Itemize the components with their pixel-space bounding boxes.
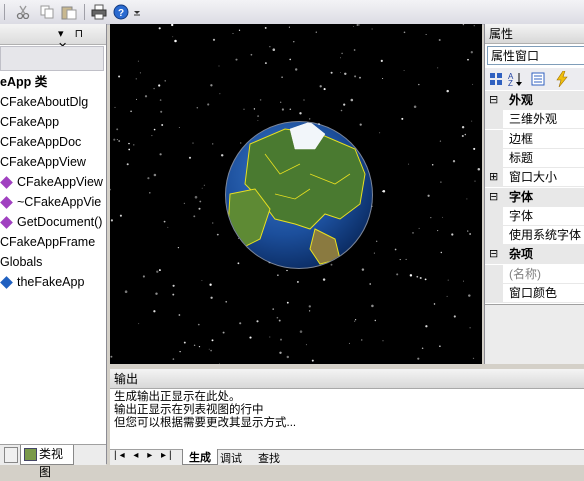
- solution-explorer-tab-icon[interactable]: [4, 447, 18, 463]
- property-category[interactable]: ⊟ 字体: [485, 187, 584, 207]
- collapse-icon[interactable]: ⊟: [489, 91, 498, 110]
- class-view-tabs: 类视图: [0, 444, 106, 479]
- tree-item-label: CFakeAppDoc: [0, 135, 82, 149]
- property-row[interactable]: 窗口颜色: [485, 284, 584, 303]
- tree-item[interactable]: ~CFakeAppVie: [0, 192, 102, 212]
- property-label: 使用系统字体: [509, 228, 582, 243]
- tree-item-label: CFakeApp: [0, 115, 60, 129]
- print-icon[interactable]: [90, 3, 108, 21]
- tree-item[interactable]: CFakeAppFrame: [0, 232, 95, 252]
- property-category[interactable]: ⊟ 杂项: [485, 245, 584, 265]
- property-description-area: [485, 304, 584, 364]
- toolbar: ?: [0, 0, 584, 25]
- tree-item[interactable]: eApp 类: [0, 72, 47, 92]
- tree-item-label: theFakeApp: [17, 275, 85, 289]
- method-icon: [0, 196, 13, 210]
- property-label: 边框: [509, 131, 534, 146]
- output-pane: 输出 生成输出正显示在此处。 输出正显示在列表视图的行中 但您可以根据需要更改其…: [110, 369, 584, 465]
- output-line: 生成输出正显示在此处。: [114, 391, 241, 403]
- property-category[interactable]: ⊞ 窗口大小: [485, 168, 584, 188]
- cut-icon[interactable]: [14, 3, 32, 21]
- variable-icon: [0, 276, 13, 290]
- property-row[interactable]: 字体: [485, 206, 584, 226]
- property-pages-icon[interactable]: [531, 72, 545, 86]
- svg-text:Z: Z: [508, 79, 513, 87]
- expand-icon[interactable]: ⊞: [489, 168, 498, 187]
- overflow-chevron-icon[interactable]: [132, 3, 142, 21]
- output-nav-buttons[interactable]: |◂ ◂ ▸ ▸|: [114, 450, 175, 461]
- tree-item[interactable]: CFakeAppDoc: [0, 132, 81, 152]
- property-grid: ⊟ 外观 三维外观 边框 标题 ⊞ 窗口大小 ⊟ 字体 字体 使用系统字体 ⊟ 杂项 (名称) 窗口颜色: [485, 91, 584, 303]
- output-header: 输出: [110, 369, 584, 389]
- class-view-icon: [24, 448, 37, 461]
- method-icon: [0, 216, 13, 230]
- collapse-icon[interactable]: ⊟: [489, 245, 498, 264]
- tab-class-view-label: 类视图: [39, 447, 64, 479]
- property-label: 外观: [509, 93, 534, 107]
- property-row[interactable]: 三维外观: [485, 110, 584, 130]
- class-view-toolbar: [0, 46, 104, 71]
- class-tree: eApp 类 CFakeAboutDlg CFakeApp CFakeAppDoc CF…: [0, 72, 106, 442]
- tree-item-label: GetDocument(): [17, 215, 103, 229]
- property-gutter: [485, 148, 503, 167]
- output-tabs: |◂ ◂ ▸ ▸| 生成 调试 查找: [110, 449, 584, 465]
- property-row[interactable]: (名称): [485, 264, 584, 284]
- property-label: 字体: [509, 189, 534, 204]
- property-gutter: [485, 264, 503, 283]
- tab-build[interactable]: 生成: [182, 449, 218, 465]
- tree-item[interactable]: GetDocument(): [0, 212, 103, 232]
- copy-icon[interactable]: [38, 3, 56, 21]
- properties-object-select[interactable]: 属性窗口: [487, 46, 584, 65]
- property-label: 标题: [509, 150, 534, 165]
- property-gutter: [485, 284, 503, 302]
- output-line: 但您可以根据需要更改其显示方式...: [114, 417, 297, 429]
- property-row[interactable]: 使用系统字体: [485, 226, 584, 246]
- class-view-pane: ▾ ⊓ ✕ eApp 类 CFakeAboutDlg CFakeApp CFakeAp…: [0, 24, 107, 479]
- tree-item[interactable]: Globals: [0, 252, 42, 272]
- property-row[interactable]: 边框: [485, 129, 584, 149]
- tree-item[interactable]: CFakeApp: [0, 112, 59, 132]
- property-gutter: [485, 206, 503, 225]
- tree-item[interactable]: CFakeAppView: [0, 152, 86, 172]
- help-icon[interactable]: ?: [112, 3, 130, 21]
- tree-item-label: CFakeAppView: [0, 155, 86, 169]
- toolbar-separator: [4, 4, 5, 20]
- tree-item-label: CFakeAboutDlg: [0, 95, 89, 109]
- alphabetical-icon[interactable]: AZ: [507, 71, 523, 88]
- tree-item-label: ~CFakeAppVie: [17, 195, 102, 209]
- properties-toolbar: AZ: [485, 68, 584, 90]
- output-line: 输出正显示在列表视图的行中: [114, 404, 264, 416]
- tree-item-label: CFakeAppView: [17, 175, 103, 189]
- class-view-header: ▾ ⊓ ✕: [0, 24, 106, 53]
- properties-header: 属性: [485, 24, 584, 44]
- tree-item[interactable]: theFakeApp: [0, 272, 85, 292]
- properties-pane: 属性 属性窗口 AZ ⊟ 外观 三维外观 边框 标题 ⊞ 窗口大小 ⊟ 字体 字体 使用系统字体 ⊟ 杂…: [484, 24, 584, 364]
- document-view[interactable]: [110, 24, 482, 364]
- property-label: (名称): [509, 266, 541, 281]
- globe: [225, 121, 373, 269]
- property-label: 杂项: [509, 247, 534, 262]
- tree-item-label: Globals: [0, 255, 43, 269]
- tree-item-label: CFakeAppFrame: [0, 235, 96, 249]
- method-icon: [0, 176, 13, 190]
- paste-icon[interactable]: [60, 3, 78, 21]
- tree-item[interactable]: CFakeAppView: [0, 172, 103, 192]
- property-category[interactable]: ⊟ 外观: [485, 91, 584, 110]
- toolbar-separator: [84, 4, 85, 20]
- tab-class-view[interactable]: 类视图: [20, 445, 74, 479]
- events-lightning-icon[interactable]: [555, 70, 569, 88]
- property-gutter: [485, 110, 503, 129]
- tree-item-label: eApp 类: [0, 75, 48, 89]
- property-row[interactable]: 标题: [485, 148, 584, 168]
- property-label: 窗口大小: [509, 170, 558, 185]
- tree-item[interactable]: CFakeAboutDlg: [0, 92, 88, 112]
- property-gutter: [485, 129, 503, 148]
- categorized-icon[interactable]: [489, 72, 503, 86]
- property-label: 字体: [509, 208, 534, 223]
- collapse-icon[interactable]: ⊟: [489, 188, 498, 207]
- property-label: 三维外观: [509, 112, 558, 127]
- property-gutter: [485, 226, 503, 245]
- property-label: 窗口颜色: [509, 286, 558, 300]
- svg-text:?: ?: [118, 8, 124, 19]
